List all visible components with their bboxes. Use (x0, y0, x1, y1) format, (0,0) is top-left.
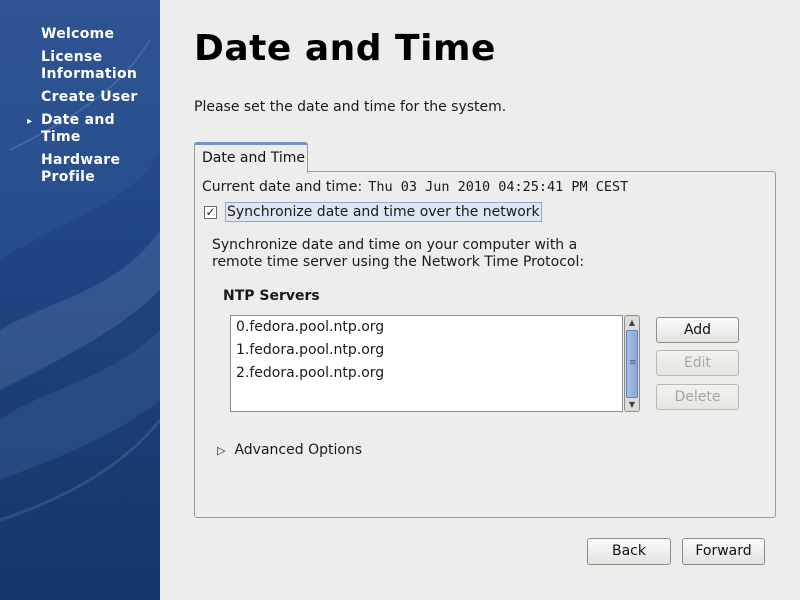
scroll-up-icon[interactable]: ▲ (625, 316, 639, 329)
sync-network-label[interactable]: Synchronize date and time over the netwo… (225, 202, 542, 222)
grip-icon: ≡ (629, 358, 637, 368)
sidebar-step-label: Hardware Profile (41, 152, 121, 185)
sidebar-step-label: Create User (41, 89, 138, 105)
forward-button[interactable]: Forward (682, 538, 765, 565)
sidebar-step: License Information (0, 49, 160, 83)
edit-button[interactable]: Edit (656, 350, 739, 376)
current-datetime-label: Current date and time: (202, 179, 363, 195)
sidebar: Welcome License Information Create User ▸ Dat… (0, 0, 160, 600)
ntp-server-item[interactable]: 2.fedora.pool.ntp.org (231, 362, 622, 385)
scrollbar-thumb[interactable]: ≡ (626, 330, 638, 398)
sidebar-step: Hardware Profile (0, 152, 160, 186)
delete-button[interactable]: Delete (656, 384, 739, 410)
sidebar-step: Create User (0, 89, 160, 106)
current-step-arrow-icon: ▸ (27, 116, 33, 127)
expander-arrow-icon: ▷ (217, 443, 226, 457)
sync-network-row[interactable]: ✓ Synchronize date and time over the net… (204, 201, 542, 223)
sync-network-checkbox[interactable]: ✓ (204, 205, 217, 219)
ntp-description-line: remote time server using the Network Tim… (212, 254, 585, 270)
tab-panel: Current date and time: Thu 03 Jun 2010 04… (194, 171, 776, 518)
ntp-description: Synchronize date and time on your comput… (212, 237, 584, 271)
back-button[interactable]: Back (587, 538, 671, 565)
page-subtitle: Please set the date and time for the sys… (194, 99, 507, 115)
ntp-server-item[interactable]: 1.fedora.pool.ntp.org (231, 339, 622, 362)
ntp-server-list[interactable]: 0.fedora.pool.ntp.org 1.fedora.pool.ntp.o… (230, 315, 623, 412)
sidebar-step-label: License Information (41, 49, 138, 82)
sidebar-step-label: Welcome (41, 26, 115, 42)
sidebar-step: ▸ Date and Time (0, 112, 160, 146)
ntp-server-item[interactable]: 0.fedora.pool.ntp.org (231, 316, 622, 339)
scroll-down-icon[interactable]: ▼ (625, 398, 639, 411)
sidebar-step: Welcome (0, 26, 160, 43)
tab-date-and-time[interactable]: Date and Time (194, 142, 308, 173)
advanced-options-label[interactable]: Advanced Options (234, 442, 362, 458)
main-content: Date and Time Please set the date and ti… (160, 0, 800, 600)
ntp-servers-heading: NTP Servers (223, 288, 320, 304)
page-title: Date and Time (194, 28, 496, 69)
ntp-description-line: Synchronize date and time on your comput… (212, 237, 578, 253)
current-datetime: Current date and time: Thu 03 Jun 2010 04… (202, 179, 628, 195)
current-datetime-value: Thu 03 Jun 2010 04:25:41 PM CEST (368, 179, 629, 195)
steps-list: Welcome License Information Create User ▸ Dat… (0, 26, 160, 192)
ntp-list-scrollbar[interactable]: ▲ ≡ ▼ (624, 315, 640, 412)
add-button[interactable]: Add (656, 317, 739, 343)
sidebar-step-label: Date and Time (41, 112, 115, 145)
advanced-options-expander[interactable]: ▷ Advanced Options (217, 442, 362, 458)
